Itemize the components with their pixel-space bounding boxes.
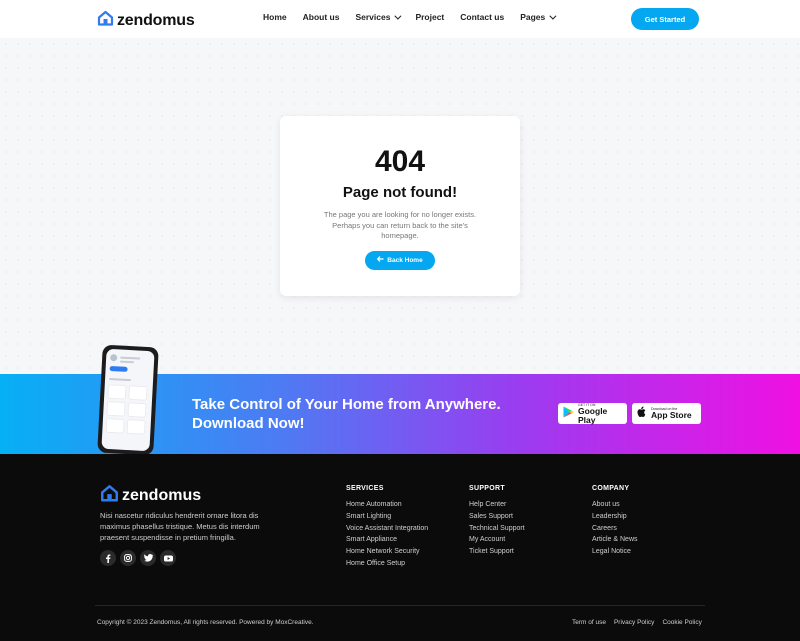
footer-link[interactable]: Careers <box>592 525 638 532</box>
footer-column-support: SUPPORT Help Center Sales Support Techni… <box>469 485 525 560</box>
footer-column-title: SERVICES <box>346 485 384 492</box>
footer-link[interactable]: Voice Assistant Integration <box>346 525 428 532</box>
nav-label: About us <box>302 12 340 22</box>
footer-link[interactable]: Help Center <box>469 501 525 508</box>
app-store-big: App Store <box>651 410 692 420</box>
back-home-button[interactable]: Back Home <box>365 250 435 270</box>
google-play-button[interactable]: GET IT ON Google Play <box>558 403 627 424</box>
banner-line-2: Download Now! <box>192 415 305 432</box>
banner-heading: Take Control of Your Home from Anywhere.… <box>192 395 501 433</box>
error-title: Page not found! <box>342 184 458 201</box>
instagram-icon[interactable] <box>120 550 136 566</box>
app-store-button[interactable]: Download on the App Store <box>632 403 701 424</box>
footer-link[interactable]: Home Office Setup <box>346 560 428 567</box>
youtube-icon[interactable] <box>160 550 176 566</box>
brand-name: zendomus <box>117 11 195 29</box>
house-logo-icon <box>100 484 119 507</box>
footer-link[interactable]: Article & News <box>592 536 638 543</box>
legal-links: Term of use Privacy Policy Cookie Policy <box>572 619 702 626</box>
get-started-button[interactable]: Get Started <box>631 8 699 30</box>
footer-description: Nisi nascetur ridiculus hendrerit ornare… <box>100 511 260 542</box>
apple-icon <box>637 405 647 423</box>
google-play-text: GET IT ON Google Play <box>578 403 622 425</box>
phone-screen <box>101 348 155 452</box>
nav-label: Project <box>415 12 445 22</box>
social-links <box>100 550 176 566</box>
nav-home[interactable]: Home <box>263 12 287 22</box>
footer-link[interactable]: Smart Lighting <box>346 513 428 520</box>
footer-link[interactable]: Smart Appliance <box>346 536 428 543</box>
nav-services[interactable]: Services <box>355 12 402 22</box>
footer-link[interactable]: Home Network Security <box>346 548 428 555</box>
back-home-label: Back Home <box>387 256 423 264</box>
error-description: The page you are looking for no longer e… <box>323 210 477 240</box>
google-play-big: Google Play <box>578 405 608 425</box>
footer-column-company: COMPANY About us Leadership Careers Arti… <box>592 485 638 560</box>
error-card: 404 Page not found! The page you are loo… <box>280 116 520 296</box>
main-nav: Home About us Services Project Contact u… <box>263 12 570 22</box>
error-code: 404 <box>374 145 426 178</box>
footer-link[interactable]: Home Automation <box>346 501 428 508</box>
footer-column-services: SERVICES Home Automation Smart Lighting … <box>346 485 428 572</box>
twitter-icon[interactable] <box>140 550 156 566</box>
nav-label: Home <box>263 12 287 22</box>
legal-link-terms[interactable]: Term of use <box>572 619 606 626</box>
brand-logo[interactable]: zendomus <box>97 10 195 31</box>
footer-link[interactable]: Technical Support <box>469 525 525 532</box>
nav-label: Pages <box>520 12 546 22</box>
legal-link-cookie[interactable]: Cookie Policy <box>662 619 701 626</box>
nav-label: Contact us <box>460 12 505 22</box>
footer-column-title: SUPPORT <box>469 485 505 492</box>
footer-link[interactable]: Sales Support <box>469 513 525 520</box>
app-store-text: Download on the App Store <box>651 407 692 420</box>
chevron-down-icon <box>549 12 557 20</box>
banner-line-1: Take Control of Your Home from Anywhere. <box>192 396 501 413</box>
footer-link[interactable]: Legal Notice <box>592 548 638 555</box>
footer-link[interactable]: Ticket Support <box>469 548 525 555</box>
facebook-icon[interactable] <box>100 550 116 566</box>
footer-column-title: COMPANY <box>592 485 630 492</box>
google-play-icon <box>563 405 574 423</box>
legal-link-privacy[interactable]: Privacy Policy <box>614 619 654 626</box>
arrow-left-icon <box>377 256 384 264</box>
footer-divider <box>95 605 705 606</box>
error-section: 404 Page not found! The page you are loo… <box>0 38 800 374</box>
site-header: zendomus Home About us Services Project … <box>0 0 800 38</box>
nav-contact[interactable]: Contact us <box>460 12 504 22</box>
chevron-down-icon <box>394 12 402 20</box>
nav-pages[interactable]: Pages <box>520 12 557 22</box>
footer-logo[interactable]: zendomus <box>100 484 201 507</box>
footer-brand-name: zendomus <box>122 486 202 504</box>
nav-label: Services <box>355 12 391 22</box>
footer-link[interactable]: Leadership <box>592 513 638 520</box>
site-footer: zendomus Nisi nascetur ridiculus hendrer… <box>0 454 800 641</box>
nav-project[interactable]: Project <box>415 12 444 22</box>
nav-about[interactable]: About us <box>303 12 340 22</box>
app-download-banner: Take Control of Your Home from Anywhere.… <box>0 344 800 456</box>
footer-link[interactable]: About us <box>592 501 638 508</box>
house-logo-icon <box>97 10 114 31</box>
copyright-text: Copyright © 2023 Zendomus, All rights re… <box>97 619 314 626</box>
footer-link[interactable]: My Account <box>469 536 525 543</box>
phone-mockup-image <box>97 344 159 456</box>
